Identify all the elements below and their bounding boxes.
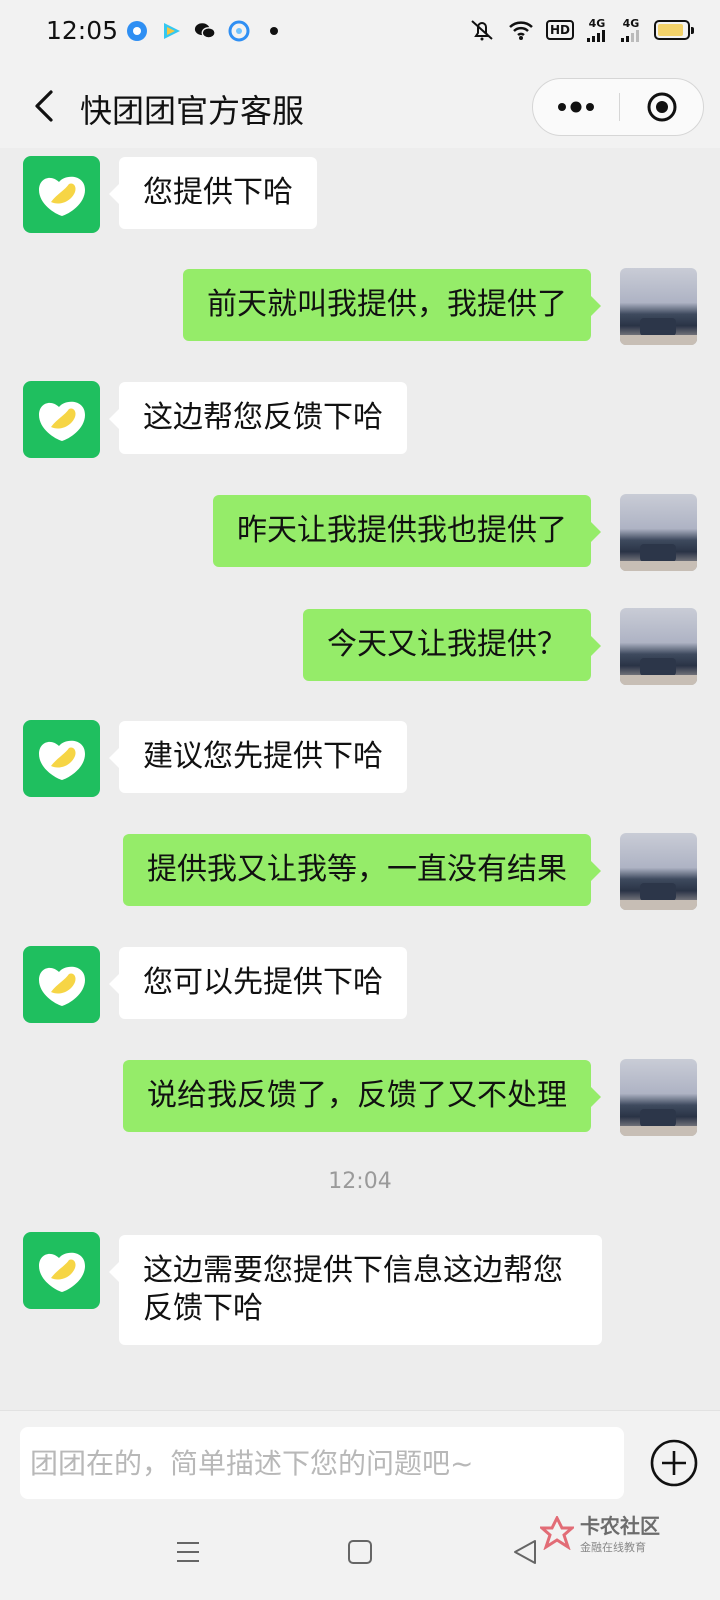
battery-level [658, 24, 684, 36]
kuaituantuan-logo-icon [38, 966, 85, 1006]
hd-badge: HD [545, 20, 574, 40]
signal-1-icon: 4G [586, 18, 608, 42]
network-type-2: 4G [622, 17, 640, 30]
message-bubble-me[interactable]: 提供我又让我等，一直没有结果 [123, 834, 601, 906]
service-avatar[interactable] [23, 946, 100, 1023]
service-avatar[interactable] [23, 156, 100, 233]
message-bubble-bot[interactable]: 这边帮您反馈下哈 [109, 382, 407, 454]
video-icon [160, 20, 182, 42]
service-avatar[interactable] [23, 381, 100, 458]
message-bubble-bot[interactable]: 您可以先提供下哈 [109, 947, 407, 1019]
notification-dot-icon [270, 27, 278, 35]
message-bubble-bot[interactable]: 您提供下哈 [109, 157, 317, 229]
user-avatar[interactable] [620, 833, 697, 910]
watermark-title: 卡农社区 [580, 1514, 660, 1538]
home-nav-button[interactable] [340, 1532, 380, 1572]
back-nav-button[interactable] [505, 1532, 545, 1572]
message-bubble-me[interactable]: 昨天让我提供我也提供了 [213, 495, 601, 567]
plus-circle-icon [650, 1439, 698, 1487]
more-dots-icon [558, 101, 594, 113]
battery-icon [654, 20, 694, 40]
back-button[interactable] [24, 84, 64, 128]
message-timestamp: 12:04 [328, 1169, 392, 1194]
network-type-1: 4G [588, 17, 606, 30]
message-bubble-me[interactable]: 前天就叫我提供，我提供了 [183, 269, 601, 341]
message-input[interactable] [30, 1446, 614, 1480]
service-avatar[interactable] [23, 720, 100, 797]
cloud-icon [228, 20, 250, 42]
message-bubble-me[interactable]: 今天又让我提供？ [303, 609, 601, 681]
status-app-icons [126, 20, 278, 42]
chevron-left-icon [35, 90, 53, 122]
message-bubble-me[interactable]: 说给我反馈了，反馈了又不处理 [123, 1060, 601, 1132]
status-time: 12:05 [46, 16, 119, 45]
page-title: 快团团官方客服 [80, 92, 305, 130]
kuaituantuan-logo-icon [38, 740, 85, 780]
chat-message-list[interactable]: 您提供下哈 前天就叫我提供，我提供了 这边帮您反馈下哈 昨天让我提供我也提供了 … [0, 148, 720, 1410]
signal-2-icon: 4G [620, 18, 642, 42]
square-home-icon [348, 1540, 372, 1564]
kuaituantuan-logo-icon [38, 1252, 85, 1292]
status-bar: 12:05 HD 4G 4G [0, 0, 720, 64]
triangle-back-icon [514, 1540, 536, 1564]
browser-icon [126, 20, 148, 42]
wifi-icon [508, 19, 534, 41]
message-bubble-bot[interactable]: 这边需要您提供下信息这边帮您反馈下哈 [109, 1235, 602, 1345]
user-avatar[interactable] [620, 608, 697, 685]
input-bar [0, 1410, 720, 1506]
watermark-subtitle: 金融在线教育 [580, 1541, 646, 1554]
mute-bell-icon [468, 18, 496, 42]
message-input-box[interactable] [20, 1427, 624, 1499]
menu-nav-button[interactable] [168, 1532, 208, 1572]
add-attachment-button[interactable] [648, 1437, 700, 1489]
status-right-icons: HD 4G 4G [456, 18, 694, 42]
menu-lines-icon [177, 1542, 199, 1562]
chat-header: 快团团官方客服 [0, 64, 720, 148]
message-bubble-bot[interactable]: 建议您先提供下哈 [109, 721, 407, 793]
more-button[interactable] [533, 79, 619, 135]
user-avatar[interactable] [620, 268, 697, 345]
target-circle-icon [647, 92, 677, 122]
kuaituantuan-logo-icon [38, 401, 85, 441]
kanong-logo-icon [540, 1515, 574, 1550]
service-avatar[interactable] [23, 1232, 100, 1309]
wechat-icon [194, 20, 216, 42]
kuaituantuan-logo-icon [38, 176, 85, 216]
user-avatar[interactable] [620, 1059, 697, 1136]
close-miniprogram-button[interactable] [620, 79, 704, 135]
user-avatar[interactable] [620, 494, 697, 571]
watermark: 卡农社区 金融在线教育 [540, 1510, 660, 1555]
miniprogram-capsule [532, 78, 704, 136]
